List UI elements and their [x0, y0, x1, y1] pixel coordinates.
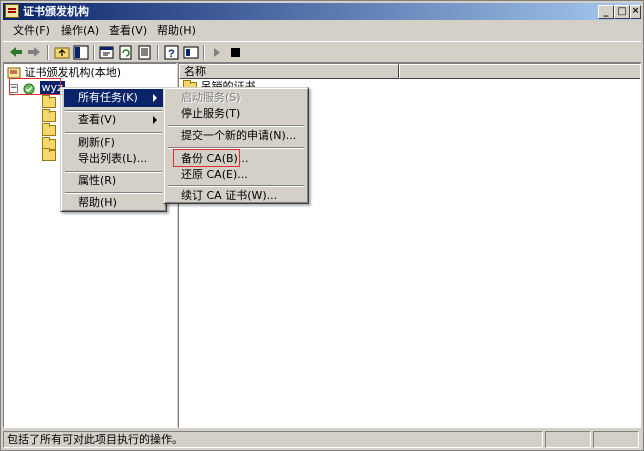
svg-text:?: ?	[168, 48, 175, 60]
status-cell-2	[545, 431, 591, 448]
close-button[interactable]: ×	[630, 5, 641, 19]
menu-item-restore-ca[interactable]: 还原 CA(E)...	[167, 166, 305, 184]
up-folder-icon[interactable]	[53, 44, 71, 61]
menu-bar: 文件(F) 操作(A) 查看(V) 帮助(H)	[3, 21, 641, 40]
minimize-button[interactable]: _	[598, 5, 614, 19]
properties-icon[interactable]	[98, 44, 116, 61]
help-icon[interactable]: ?	[163, 44, 181, 61]
details-icon[interactable]	[182, 44, 200, 61]
title-bar[interactable]: 证书颁发机构 _ □ ×	[3, 3, 641, 20]
status-bar: 包括了所有可对此项目执行的操作。	[3, 430, 641, 449]
menu-separator	[168, 147, 304, 149]
menu-item-view[interactable]: 查看(V)	[64, 111, 163, 129]
context-menu: 所有任务(K) 查看(V) 刷新(F) 导出列表(L)... 属性(R) 帮助(…	[60, 87, 167, 212]
folder-icon	[42, 147, 56, 161]
menu-item-renew-ca-cert[interactable]: 续订 CA 证书(W)...	[167, 187, 305, 205]
column-header-name[interactable]: 名称	[179, 64, 399, 79]
menu-item-stop-service[interactable]: 停止服务(T)	[167, 105, 305, 123]
ca-server-icon	[23, 83, 35, 94]
toolbar: ?	[3, 41, 641, 63]
export-list-icon[interactable]	[136, 44, 154, 61]
collapse-toggle[interactable]: −	[9, 84, 18, 93]
status-cell-3	[593, 431, 639, 448]
tree-folder-2[interactable]	[42, 108, 56, 123]
menu-help[interactable]: 帮助(H)	[153, 23, 200, 38]
menu-item-export-list[interactable]: 导出列表(L)...	[64, 150, 163, 168]
start-icon[interactable]	[208, 44, 226, 61]
stop-icon[interactable]	[226, 44, 244, 61]
folder-icon	[42, 108, 56, 122]
submenu-arrow-icon	[153, 94, 157, 102]
menu-file[interactable]: 文件(F)	[9, 23, 54, 38]
tree-root-label: 证书颁发机构(本地)	[24, 66, 122, 79]
menu-item-all-tasks[interactable]: 所有任务(K)	[64, 89, 163, 107]
certificate-authority-icon	[7, 67, 21, 78]
forward-arrow-icon[interactable]	[25, 44, 43, 61]
maximize-button[interactable]: □	[614, 5, 630, 19]
tree-folder-1[interactable]	[42, 94, 56, 109]
menu-view[interactable]: 查看(V)	[105, 23, 151, 38]
mmc-window: 证书颁发机构 _ □ × 文件(F) 操作(A) 查看(V) 帮助(H) ? 证…	[0, 0, 644, 451]
refresh-icon[interactable]	[117, 44, 135, 61]
menu-item-properties[interactable]: 属性(R)	[64, 172, 163, 190]
show-hide-tree-icon[interactable]	[72, 44, 90, 61]
folder-icon	[42, 94, 56, 108]
window-title: 证书颁发机构	[23, 5, 89, 18]
menu-item-help[interactable]: 帮助(H)	[64, 194, 163, 212]
menu-action[interactable]: 操作(A)	[57, 23, 103, 38]
back-arrow-icon[interactable]	[7, 44, 25, 61]
menu-item-all-tasks-label: 所有任务(K)	[78, 91, 138, 104]
tree-folder-3[interactable]	[42, 122, 56, 137]
menu-item-view-label: 查看(V)	[78, 113, 117, 126]
submenu-arrow-icon	[153, 116, 157, 124]
column-header-empty	[399, 64, 640, 79]
folder-icon	[42, 122, 56, 136]
tree-root[interactable]: 证书颁发机构(本地)	[7, 66, 121, 80]
menu-item-submit-request[interactable]: 提交一个新的申请(N)...	[167, 127, 305, 145]
status-text: 包括了所有可对此项目执行的操作。	[3, 431, 543, 448]
certificate-authority-icon	[5, 4, 19, 18]
all-tasks-submenu: 启动服务(S) 停止服务(T) 提交一个新的申请(N)... 备份 CA(B).…	[163, 87, 309, 204]
tree-node-ca[interactable]: wyz	[22, 81, 65, 95]
